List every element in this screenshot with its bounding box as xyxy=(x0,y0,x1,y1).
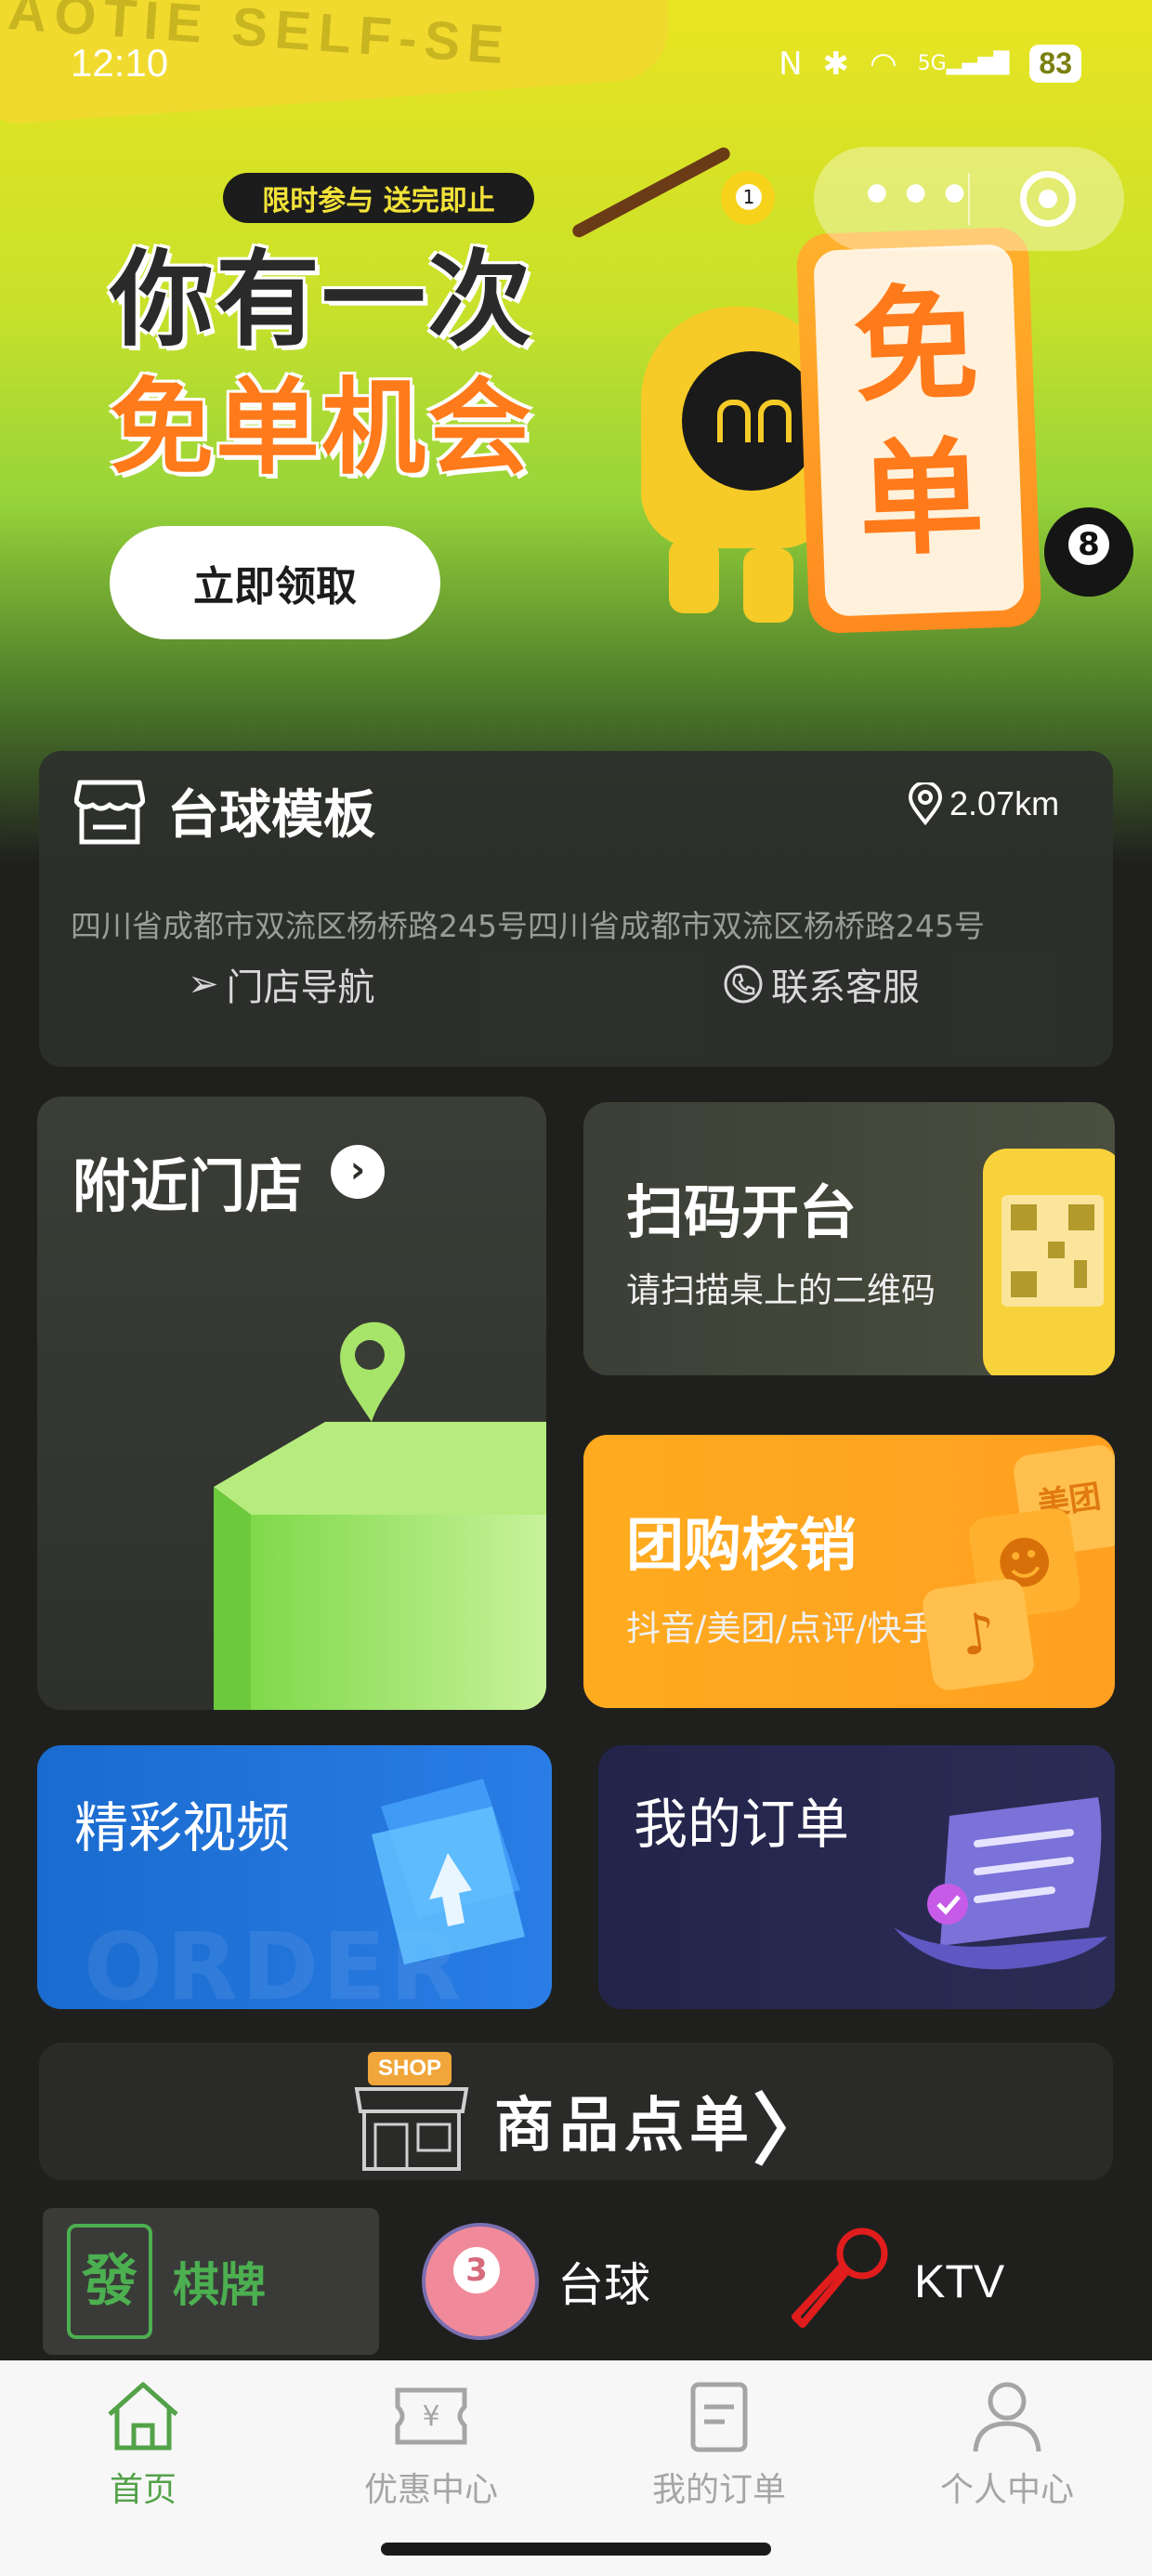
tab-label: 个人中心 xyxy=(939,2471,1074,2509)
category-ktv[interactable]: KTV xyxy=(790,2208,1004,2355)
navigate-label: 门店导航 xyxy=(226,966,375,1009)
douyin-icon: ♪ xyxy=(920,1576,1037,1693)
billiard-ball-eight xyxy=(1044,507,1133,597)
home-indicator xyxy=(381,2543,771,2556)
billiard-ball-icon: 3 xyxy=(422,2223,539,2340)
miniprogram-capsule: ••• xyxy=(814,147,1124,251)
user-icon xyxy=(973,2382,1041,2452)
scan-subtitle: 请扫描桌上的二维码 xyxy=(626,1270,936,1310)
contact-service-button[interactable]: 联系客服 xyxy=(723,957,920,1011)
qr-phone-icon xyxy=(983,1149,1115,1375)
mascot-leg xyxy=(669,539,719,613)
battery-icon: 83 xyxy=(1029,45,1081,83)
capsule-divider xyxy=(968,173,970,225)
mahjong-tile-icon: 發 xyxy=(67,2224,152,2339)
navigate-button[interactable]: ➢ 门店导航 xyxy=(188,957,375,1011)
category-label: 台球 xyxy=(557,2258,650,2312)
home-icon xyxy=(108,2382,178,2451)
signal-icon: 5G▂▄▆█ xyxy=(917,52,1010,75)
tab-home[interactable]: 首页 xyxy=(50,2379,236,2511)
promo-tag: 限时参与 送完即止 xyxy=(223,173,534,223)
group-subtitle: 抖音/美团/点评/快手 xyxy=(626,1609,936,1649)
store-box-illustration xyxy=(214,1321,546,1710)
scan-title: 扫码开台 xyxy=(626,1178,857,1246)
nearby-stores-tile[interactable]: 附近门店 › xyxy=(37,1097,546,1710)
receipt-icon xyxy=(894,1797,1107,1970)
free-card-text: 免单 xyxy=(851,270,987,574)
microphone-icon xyxy=(792,2228,888,2328)
status-bar: 12:10 N ✱ ◠ 5G▂▄▆█ 83 xyxy=(0,0,1152,130)
order-title: 我的订单 xyxy=(634,1793,850,1856)
headline-line2: 免单机会 xyxy=(110,368,533,489)
video-title: 精彩视频 xyxy=(74,1796,291,1860)
storefront-icon xyxy=(354,2087,469,2171)
order-icon xyxy=(690,2382,748,2452)
store-icon xyxy=(74,780,145,845)
location-pin-icon xyxy=(908,782,943,825)
billiard-ball-one xyxy=(721,171,775,225)
tab-label: 首页 xyxy=(109,2471,177,2509)
svg-text:¥: ¥ xyxy=(422,2400,439,2433)
free-order-card: 免单 xyxy=(795,226,1042,635)
category-label: KTV xyxy=(914,2255,1005,2307)
shop-storefront-icon: SHOP xyxy=(353,2052,470,2173)
close-miniprogram-icon[interactable] xyxy=(1020,171,1076,227)
group-title: 团购核销 xyxy=(626,1511,857,1579)
tab-label: 我的订单 xyxy=(651,2471,786,2509)
banner-headline: 你有一次 免单机会 xyxy=(110,236,533,493)
scan-to-open-tile[interactable]: 扫码开台 请扫描桌上的二维码 xyxy=(583,1102,1115,1375)
store-address: 四川省成都市双流区杨桥路245号四川省成都市双流区杨桥路245号 xyxy=(71,908,985,944)
tab-profile[interactable]: 个人中心 xyxy=(914,2379,1100,2511)
mascot-eye xyxy=(758,400,792,442)
product-order-label: 商品点单 xyxy=(494,2092,754,2161)
more-menu-icon[interactable]: ••• xyxy=(860,165,976,226)
cue-stick xyxy=(569,145,733,240)
category-chess-cards[interactable]: 發 棋牌 xyxy=(43,2208,379,2355)
mascot-leg xyxy=(743,548,793,623)
status-icons: N ✱ ◠ 5G▂▄▆█ 83 xyxy=(779,45,1081,83)
category-label: 棋牌 xyxy=(173,2258,266,2312)
featured-videos-tile[interactable]: ORDER 精彩视频 xyxy=(37,1745,552,2009)
headline-line1: 你有一次 xyxy=(110,240,533,361)
phone-icon xyxy=(724,965,763,1004)
nearby-title: 附近门店 xyxy=(72,1152,304,1220)
video-folder-icon xyxy=(372,1779,525,1965)
store-name: 台球模板 xyxy=(167,785,375,846)
claim-button[interactable]: 立即领取 xyxy=(110,526,440,639)
chevron-right-icon: › xyxy=(331,1145,385,1199)
tab-my-orders[interactable]: 我的订单 xyxy=(626,2379,812,2511)
chevron-right-icon: 〉 xyxy=(753,2085,831,2176)
tab-coupons[interactable]: ¥ 优惠中心 xyxy=(338,2379,524,2511)
status-time: 12:10 xyxy=(71,41,169,85)
coupon-icon: ¥ xyxy=(395,2387,467,2445)
store-distance: 2.07km xyxy=(907,782,1059,825)
bluetooth-icon: ✱ xyxy=(822,45,850,83)
nfc-icon: N xyxy=(779,45,803,83)
my-orders-tile[interactable]: 我的订单 xyxy=(598,1745,1115,2009)
category-billiards[interactable]: 3 台球 xyxy=(422,2208,650,2355)
group-buy-verify-tile[interactable]: 团购核销 抖音/美团/点评/快手 美团 ☻ ♪ xyxy=(583,1435,1115,1708)
shop-badge: SHOP xyxy=(368,2052,452,2085)
wifi-icon: ◠ xyxy=(870,45,897,83)
contact-label: 联系客服 xyxy=(771,966,920,1009)
tab-label: 优惠中心 xyxy=(363,2471,498,2509)
navigation-arrow-icon: ➢ xyxy=(188,963,219,1005)
mascot-eye xyxy=(717,400,751,442)
distance-value: 2.07km xyxy=(949,784,1060,822)
